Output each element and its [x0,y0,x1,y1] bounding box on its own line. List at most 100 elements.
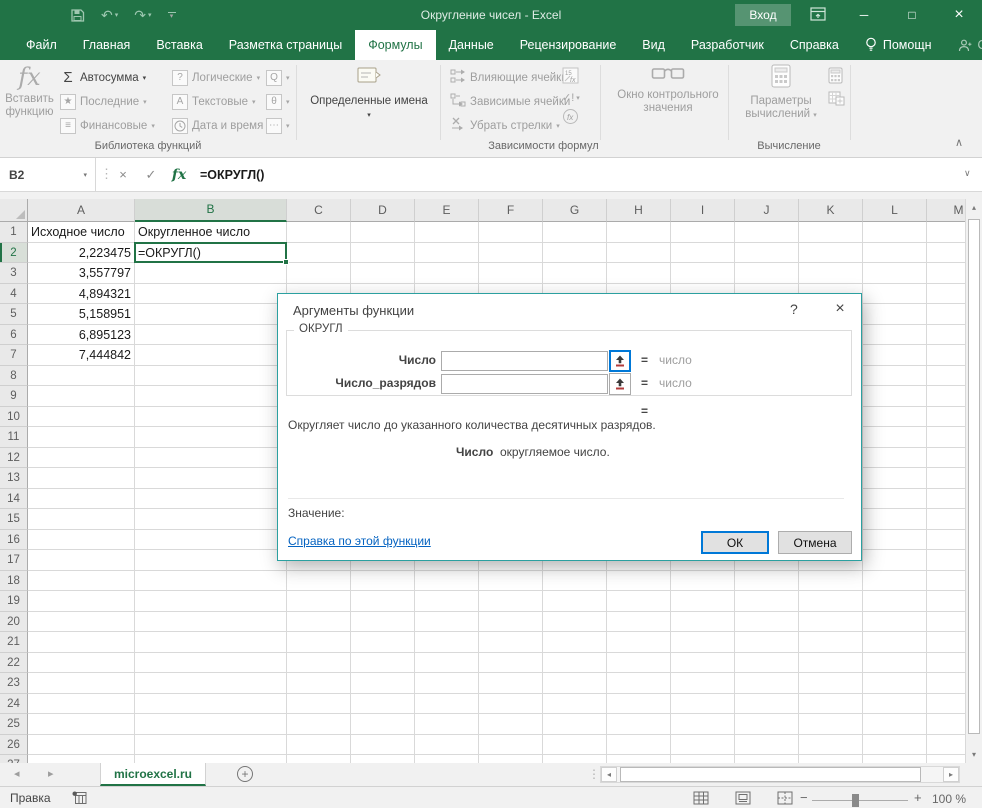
autosum-button[interactable]: Σ Автосумма ▾ [60,67,155,88]
cell-J3[interactable] [735,263,799,284]
cell-H3[interactable] [607,263,671,284]
cell-M21[interactable] [927,632,965,653]
column-header-D[interactable]: D [351,199,415,222]
tab-Формулы[interactable]: Формулы [355,30,436,60]
zoom-level-label[interactable]: 100 % [932,792,966,806]
cell-E23[interactable] [415,673,479,694]
cell-H22[interactable] [607,652,671,673]
cell-B14[interactable] [135,488,287,509]
cell-A21[interactable] [28,632,135,653]
scroll-right-arrow[interactable]: ▸ [943,767,959,782]
cell-G21[interactable] [543,632,607,653]
cell-L3[interactable] [863,263,927,284]
column-header-A[interactable]: A [28,199,135,222]
cell-G19[interactable] [543,591,607,612]
cell-A25[interactable] [28,714,135,735]
formula-input[interactable]: =ОКРУГЛ() [200,158,264,191]
cell-J22[interactable] [735,652,799,673]
lookup-functions-button[interactable]: Q ▾ [266,67,290,88]
row-header-23[interactable]: 23 [0,673,28,694]
cell-A26[interactable] [28,734,135,755]
cell-C3[interactable] [287,263,351,284]
cell-J26[interactable] [735,734,799,755]
cell-K24[interactable] [799,693,863,714]
digits-field-collapse-button[interactable] [609,373,631,395]
calculate-now-button[interactable] [828,67,843,87]
row-header-11[interactable]: 11 [0,427,28,448]
vertical-scrollbar[interactable]: ▴ ▾ [965,199,982,763]
cell-L23[interactable] [863,673,927,694]
cell-H19[interactable] [607,591,671,612]
recent-functions-button[interactable]: ★ Последние ▾ [60,91,155,112]
cell-M23[interactable] [927,673,965,694]
cell-L14[interactable] [863,488,927,509]
cell-M13[interactable] [927,468,965,489]
normal-view-button[interactable] [693,791,709,808]
cell-A6[interactable]: 6,895123 [28,324,135,345]
cell-J18[interactable] [735,570,799,591]
cell-K22[interactable] [799,652,863,673]
cell-D26[interactable] [351,734,415,755]
text-functions-button[interactable]: A Текстовые ▾ [172,91,271,112]
row-header-2[interactable]: 2 [0,242,28,263]
cell-F24[interactable] [479,693,543,714]
cell-L17[interactable] [863,550,927,571]
cell-A17[interactable] [28,550,135,571]
scroll-left-arrow[interactable]: ◂ [601,767,617,782]
cell-E25[interactable] [415,714,479,735]
cell-C18[interactable] [287,570,351,591]
cell-K26[interactable] [799,734,863,755]
cell-M11[interactable] [927,427,965,448]
math-functions-button[interactable]: θ ▾ [266,91,290,112]
cell-B13[interactable] [135,468,287,489]
tab-Разметка страницы[interactable]: Разметка страницы [216,30,355,60]
cell-M20[interactable] [927,611,965,632]
cell-B10[interactable] [135,406,287,427]
cell-D3[interactable] [351,263,415,284]
cell-F2[interactable] [479,242,543,263]
cell-L13[interactable] [863,468,927,489]
trace-dependents-button[interactable]: Зависимые ячейки [450,91,570,112]
column-header-M[interactable]: M [927,199,965,222]
cell-K19[interactable] [799,591,863,612]
row-header-25[interactable]: 25 [0,714,28,735]
cell-B24[interactable] [135,693,287,714]
cell-M16[interactable] [927,529,965,550]
cell-B5[interactable] [135,304,287,325]
number-field-input[interactable] [441,351,608,371]
cell-D18[interactable] [351,570,415,591]
cell-F18[interactable] [479,570,543,591]
cell-L12[interactable] [863,447,927,468]
cell-H18[interactable] [607,570,671,591]
cell-I1[interactable] [671,222,735,243]
zoom-slider-thumb[interactable] [852,794,859,807]
cell-K23[interactable] [799,673,863,694]
defined-names-button[interactable]: Определенные имена ▾ [310,64,428,122]
cell-J27[interactable] [735,755,799,763]
cell-I21[interactable] [671,632,735,653]
insert-function-fx-button[interactable]: fx [166,158,192,191]
cell-G1[interactable] [543,222,607,243]
cell-D23[interactable] [351,673,415,694]
horizontal-scrollbar-thumb[interactable] [620,767,921,782]
cell-L10[interactable] [863,406,927,427]
cell-C1[interactable] [287,222,351,243]
cell-C20[interactable] [287,611,351,632]
cancel-button[interactable]: Отмена [778,531,852,554]
cell-M24[interactable] [927,693,965,714]
cell-G27[interactable] [543,755,607,763]
row-header-16[interactable]: 16 [0,529,28,550]
cell-E27[interactable] [415,755,479,763]
cell-D20[interactable] [351,611,415,632]
cell-I26[interactable] [671,734,735,755]
cell-C19[interactable] [287,591,351,612]
row-header-14[interactable]: 14 [0,488,28,509]
cell-A12[interactable] [28,447,135,468]
cell-L18[interactable] [863,570,927,591]
cell-L4[interactable] [863,283,927,304]
row-header-1[interactable]: 1 [0,222,28,243]
cell-L8[interactable] [863,365,927,386]
row-header-27[interactable]: 27 [0,755,28,763]
column-header-J[interactable]: J [735,199,799,222]
cell-A18[interactable] [28,570,135,591]
